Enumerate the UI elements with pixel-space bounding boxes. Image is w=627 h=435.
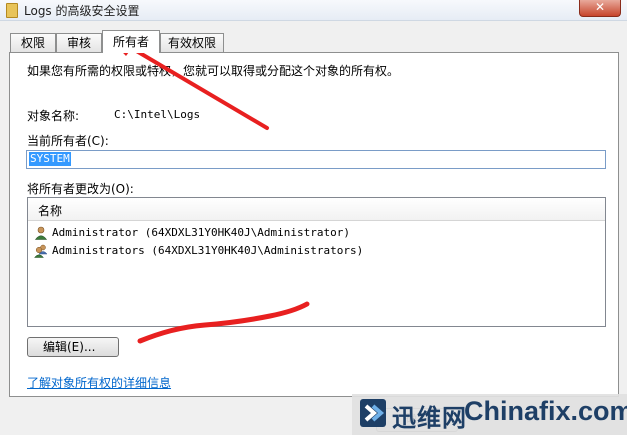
change-owner-label: 将所有者更改为(O): [27,182,134,196]
edit-button[interactable]: 编辑(E)... [27,337,119,357]
current-owner-label: 当前所有者(C): [27,134,109,148]
close-button[interactable]: ✕ [579,0,621,17]
watermark-cn-text: 迅维网 [392,404,467,432]
ownership-help-link[interactable]: 了解对象所有权的详细信息 [27,374,171,391]
intro-text: 如果您有所需的权限或特权，您就可以取得或分配这个对象的所有权。 [27,64,400,78]
watermark-logo-icon [360,399,386,427]
current-owner-value: SYSTEM [29,152,71,166]
list-item-label: Administrators (64XDXL31Y0HK40J\Administ… [52,244,364,257]
list-header-name[interactable]: 名称 [28,198,605,221]
close-icon: ✕ [595,0,606,14]
title-bar: Logs 的高级安全设置 ✕ [0,0,627,21]
owner-list[interactable]: 名称 Administrator (64XDXL31Y0HK40J\Admini… [27,197,606,327]
user-icon [34,226,48,240]
tab-auditing[interactable]: 审核 [56,33,102,52]
tab-permissions[interactable]: 权限 [10,33,56,52]
owner-panel: 如果您有所需的权限或特权，您就可以取得或分配这个对象的所有权。 对象名称: C:… [9,52,619,397]
list-item[interactable]: Administrator (64XDXL31Y0HK40J\Administr… [34,224,350,240]
tab-owner[interactable]: 所有者 [102,30,160,53]
list-header-label: 名称 [38,204,63,218]
list-item[interactable]: Administrators (64XDXL31Y0HK40J\Administ… [33,242,364,258]
list-item-label: Administrator (64XDXL31Y0HK40J\Administr… [52,226,351,239]
group-icon [33,244,48,258]
window-title: Logs 的高级安全设置 [24,4,140,18]
watermark: 迅维网 Chinafix.com [352,394,627,435]
folder-icon [6,3,18,18]
tab-effective-permissions[interactable]: 有效权限 [160,33,224,52]
watermark-en-text: Chinafix.com [464,396,627,426]
security-settings-window: Logs 的高级安全设置 ✕ 权限 审核 所有者 有效权限 如果您有所需的权限或… [0,0,627,435]
current-owner-field[interactable]: SYSTEM [26,150,606,169]
object-name-value: C:\Intel\Logs [114,108,201,121]
object-name-label: 对象名称: [27,109,80,123]
